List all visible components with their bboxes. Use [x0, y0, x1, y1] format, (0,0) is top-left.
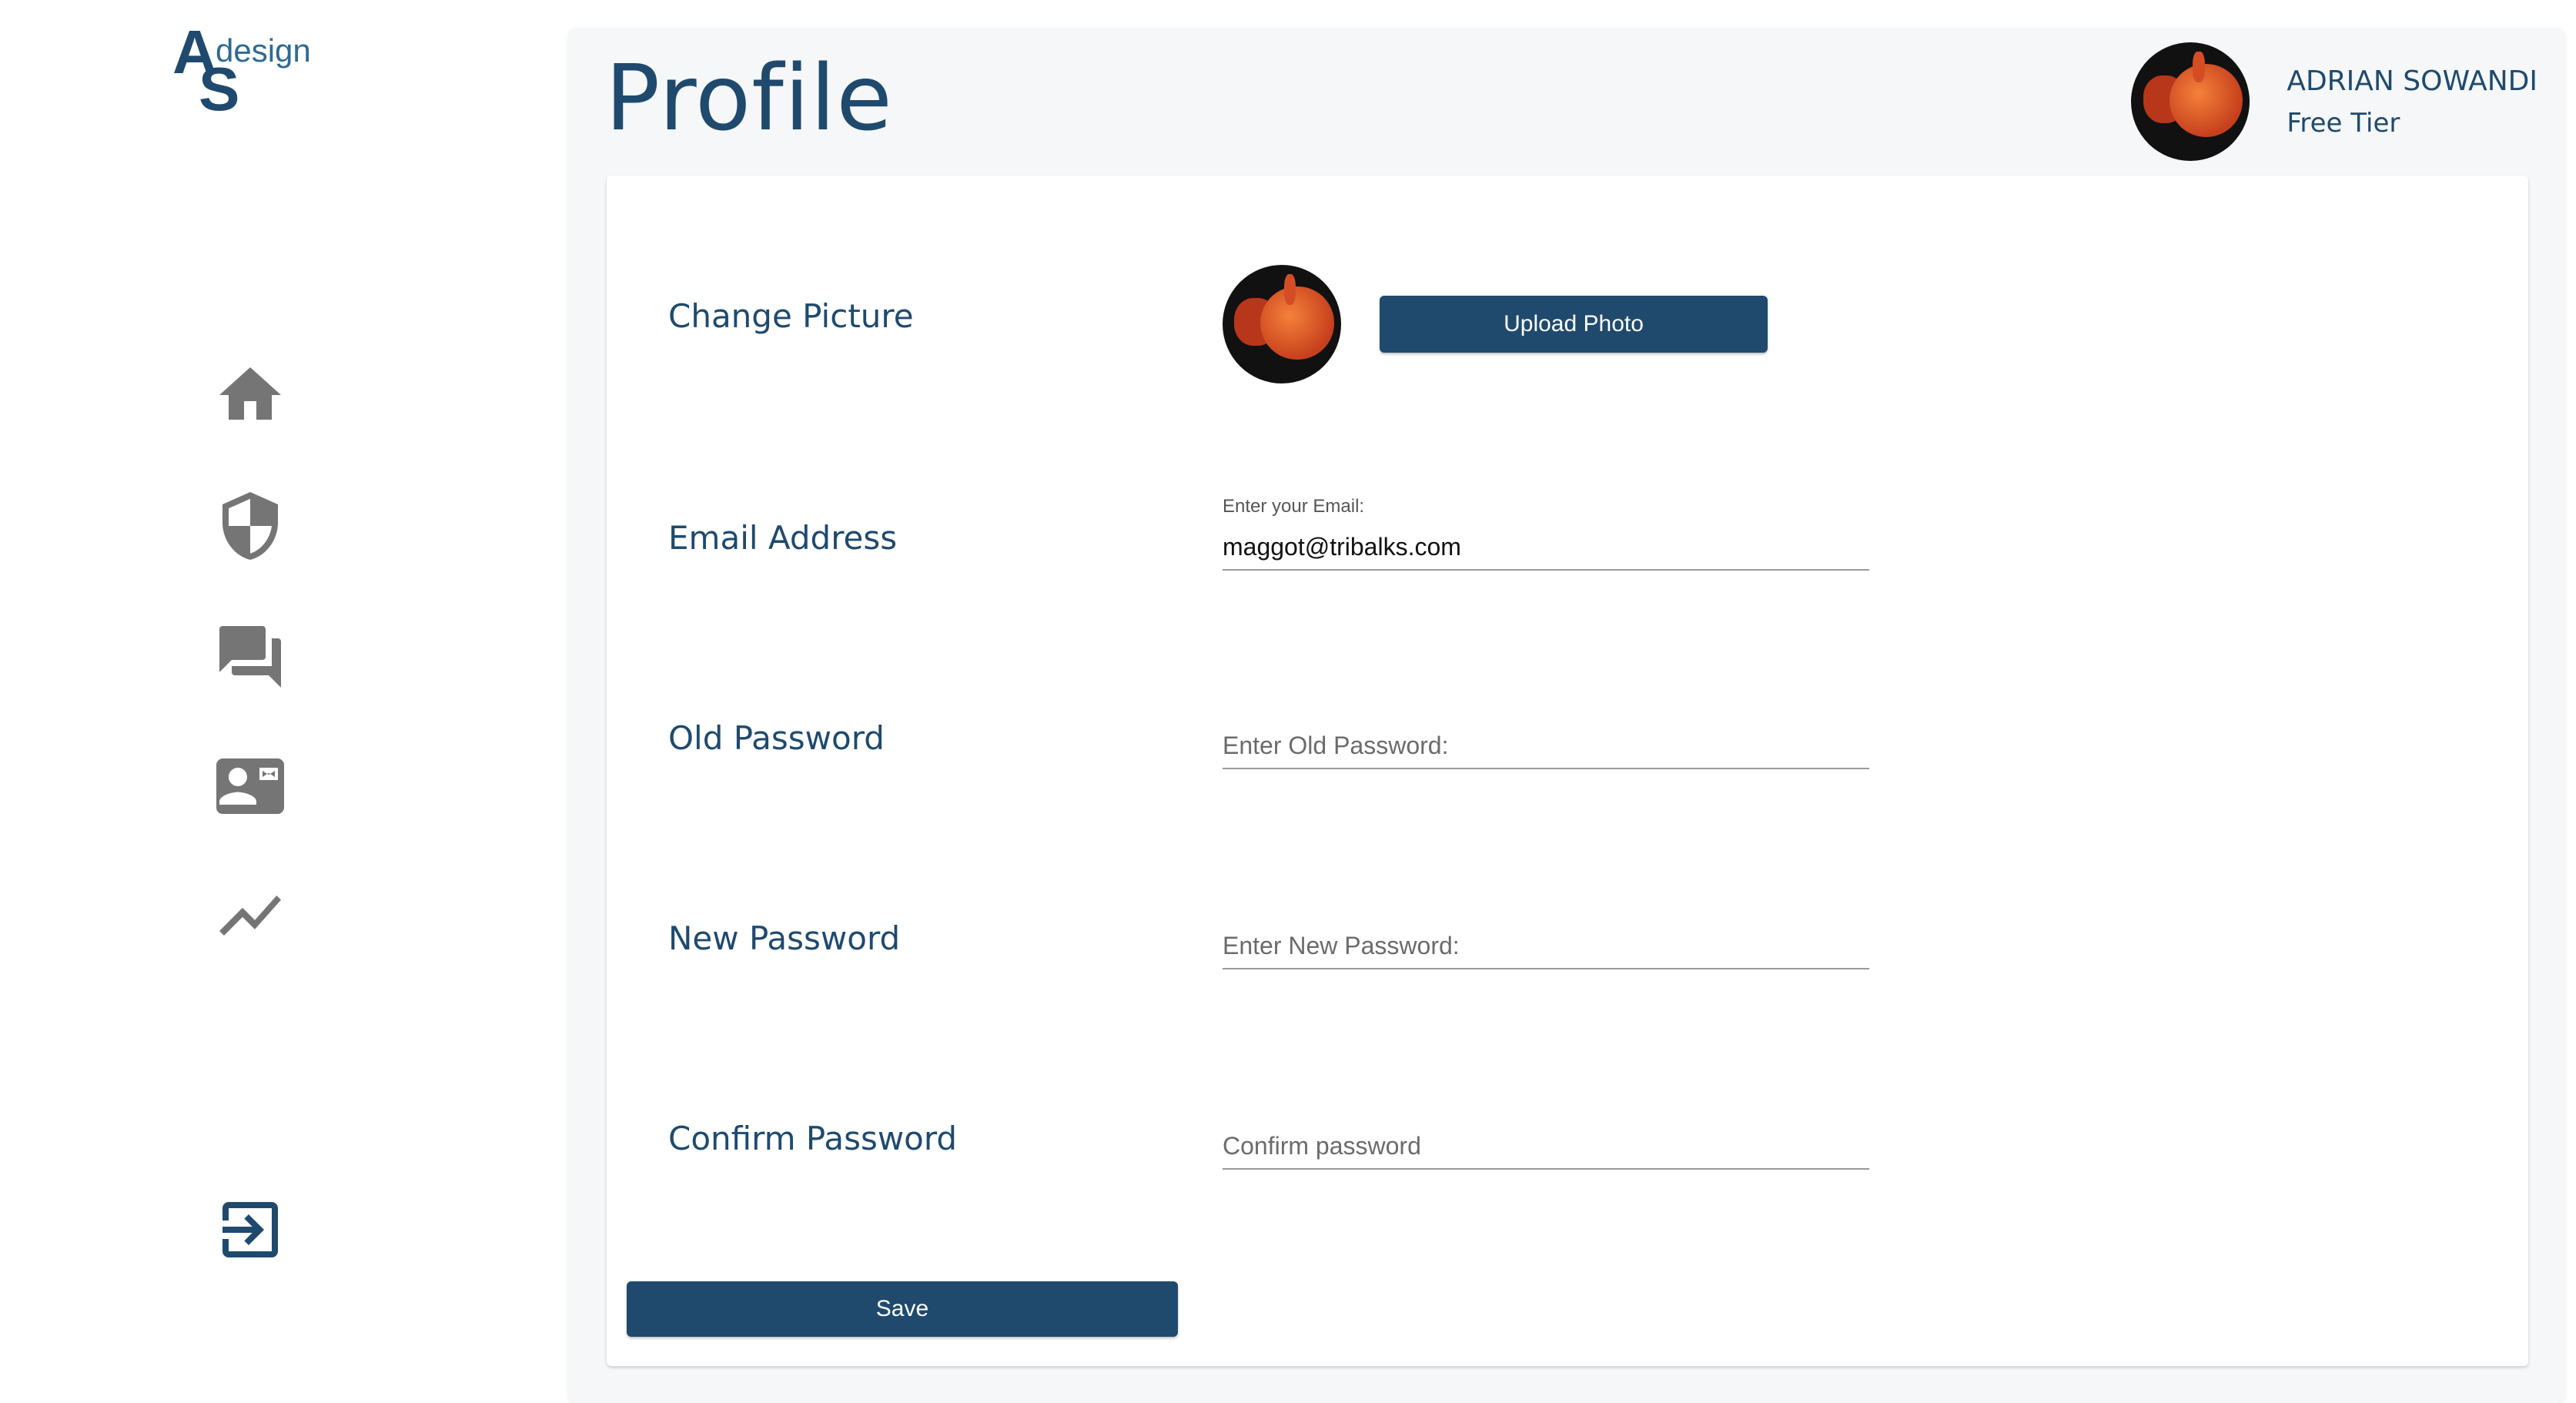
user-name: ADRIAN SOWANDI: [2287, 65, 2538, 97]
old-password-label: Old Password: [668, 719, 885, 757]
main-panel: Profile ADRIAN SOWANDI Free Tier Change …: [568, 28, 2565, 1403]
email-field-container: Enter your Email:: [1223, 496, 1869, 571]
sidebar: A S design: [0, 0, 560, 1403]
profile-picture-preview: [1223, 265, 1341, 383]
old-password-field-container: [1223, 732, 1869, 769]
sidebar-item-analytics[interactable]: [208, 873, 293, 958]
avatar: [1223, 265, 1341, 383]
sidebar-item-security[interactable]: [208, 484, 293, 568]
brand-logo[interactable]: A S design: [171, 18, 325, 123]
shield-icon: [222, 492, 278, 560]
home-icon: [219, 367, 281, 420]
confirm-password-label: Confirm Password: [668, 1120, 958, 1157]
profile-form-card: Change Picture Upload Photo Email Addres…: [607, 176, 2528, 1366]
page-title: Profile: [605, 45, 893, 151]
contact-card-icon: [216, 758, 284, 814]
chat-icon: [219, 626, 281, 688]
sidebar-item-messages[interactable]: [208, 614, 293, 699]
new-password-field-container: [1223, 932, 1869, 969]
new-password-field[interactable]: [1223, 932, 1869, 968]
confirm-password-field-container: [1223, 1132, 1869, 1170]
sidebar-item-contacts[interactable]: [208, 744, 293, 829]
user-info: ADRIAN SOWANDI Free Tier: [2287, 65, 2538, 139]
change-picture-label: Change Picture: [668, 297, 914, 335]
email-field[interactable]: [1223, 533, 1869, 569]
upload-photo-button[interactable]: Upload Photo: [1380, 296, 1768, 353]
logout-icon: [222, 1202, 278, 1257]
sidebar-item-home[interactable]: [208, 353, 293, 437]
confirm-password-field[interactable]: [1223, 1132, 1869, 1168]
trending-icon: [219, 896, 281, 936]
logo-word: design: [216, 32, 311, 69]
new-password-label: New Password: [668, 919, 901, 957]
user-block[interactable]: ADRIAN SOWANDI Free Tier: [2131, 40, 2538, 163]
email-field-label: Enter your Email:: [1223, 496, 1365, 517]
save-button[interactable]: Save: [627, 1281, 1178, 1337]
old-password-field[interactable]: [1223, 732, 1869, 768]
user-tier: Free Tier: [2287, 107, 2400, 139]
logout-button[interactable]: [208, 1187, 293, 1272]
avatar[interactable]: [2131, 42, 2250, 161]
email-address-label: Email Address: [668, 519, 898, 557]
